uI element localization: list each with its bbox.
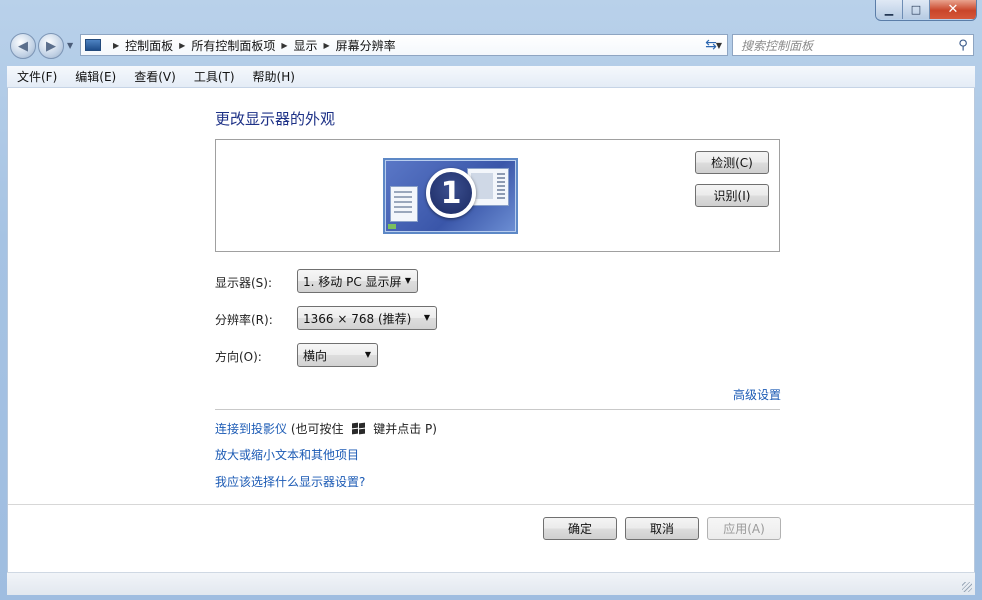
address-bar[interactable]: ▶ 控制面板 ▶ 所有控制面板项 ▶ 显示 ▶ 屏幕分辨率 ▼ <box>80 34 728 56</box>
apply-button[interactable]: 应用(A) <box>707 517 781 540</box>
text-size-link[interactable]: 放大或缩小文本和其他项目 <box>215 446 359 463</box>
projector-hint-text: (也可按住 <box>290 422 344 436</box>
status-bar <box>7 572 975 595</box>
display-label: 显示器(S): <box>215 276 273 290</box>
menu-tools[interactable]: 工具(T) <box>184 68 243 85</box>
caption-buttons: ▁ □ ✕ <box>876 0 976 20</box>
orientation-select[interactable]: 横向 ▼ <box>297 343 378 367</box>
orientation-select-value: 横向 <box>303 348 328 363</box>
projector-row: 连接到投影仪 (也可按住 键并点击 P) <box>215 420 437 437</box>
forward-button[interactable]: ▶ <box>38 33 64 59</box>
window: ▁ □ ✕ ◀ ▶ ▼ ▶ 控制面板 ▶ 所有控制面板项 ▶ 显示 ▶ 屏幕分辨… <box>0 0 982 600</box>
display-select[interactable]: 1. 移动 PC 显示屏 ▼ <box>297 269 418 293</box>
menu-bar: 文件(F) 编辑(E) 查看(V) 工具(T) 帮助(H) <box>7 66 975 88</box>
monitor-window-graphic <box>390 186 418 222</box>
resize-grip-icon[interactable] <box>962 582 972 592</box>
search-icon[interactable]: ⚲ <box>953 38 973 53</box>
menu-help[interactable]: 帮助(H) <box>243 68 303 85</box>
breadcrumb-separator-icon[interactable]: ▶ <box>324 41 330 50</box>
section-divider <box>215 409 780 410</box>
resolution-select[interactable]: 1366 × 768 (推荐) ▼ <box>297 306 437 330</box>
chevron-down-icon: ▼ <box>404 276 411 285</box>
menu-edit[interactable]: 编辑(E) <box>65 68 124 85</box>
search-input[interactable]: 搜索控制面板 <box>733 37 953 54</box>
connect-projector-link[interactable]: 连接到投影仪 <box>215 422 287 436</box>
windows-logo-icon <box>351 422 366 435</box>
search-box[interactable]: 搜索控制面板 ⚲ <box>732 34 974 56</box>
resolution-label: 分辨率(R): <box>215 313 273 327</box>
page-title: 更改显示器的外观 <box>215 110 336 128</box>
breadcrumb-control-panel[interactable]: 控制面板 <box>125 37 173 54</box>
chevron-down-icon: ▼ <box>423 313 430 322</box>
breadcrumb-display[interactable]: 显示 <box>294 37 318 54</box>
ok-button[interactable]: 确定 <box>543 517 617 540</box>
menu-view[interactable]: 查看(V) <box>124 68 184 85</box>
close-button[interactable]: ✕ <box>930 0 976 19</box>
breadcrumb-screen-resolution[interactable]: 屏幕分辨率 <box>336 37 396 54</box>
advanced-settings-link[interactable]: 高级设置 <box>733 386 781 403</box>
identify-button[interactable]: 识别(I) <box>695 184 769 207</box>
display-select-value: 1. 移动 PC 显示屏 <box>303 274 402 289</box>
forward-arrow-icon: ▶ <box>46 38 56 54</box>
orientation-label: 方向(O): <box>215 350 262 364</box>
monitor-1-thumbnail[interactable]: 1 <box>383 158 518 234</box>
chevron-down-icon: ▼ <box>364 350 371 359</box>
recent-pages-dropdown-icon[interactable]: ▼ <box>67 41 73 50</box>
back-arrow-icon: ◀ <box>18 38 28 54</box>
breadcrumb-separator-icon[interactable]: ▶ <box>113 41 119 50</box>
navigation-bar: ◀ ▶ ▼ ▶ 控制面板 ▶ 所有控制面板项 ▶ 显示 ▶ 屏幕分辨率 ▼ ⇆ … <box>10 32 974 60</box>
resolution-select-value: 1366 × 768 (推荐) <box>303 311 412 326</box>
minimize-button[interactable]: ▁ <box>876 0 903 19</box>
control-panel-icon <box>85 39 101 51</box>
projector-hint-text-end: 键并点击 P) <box>373 422 437 436</box>
monitor-preview-panel: 1 检测(C) 识别(I) <box>215 139 780 252</box>
footer-divider <box>8 504 974 505</box>
monitor-start-graphic <box>388 224 396 229</box>
display-settings-help-link[interactable]: 我应该选择什么显示器设置? <box>215 473 365 490</box>
monitor-number-badge: 1 <box>426 168 476 218</box>
breadcrumb-all-items[interactable]: 所有控制面板项 <box>191 37 275 54</box>
content-area: 更改显示器的外观 1 检测(C) 识别(I) 显示器(S): 1. 移动 PC … <box>7 88 975 572</box>
maximize-button[interactable]: □ <box>903 0 930 19</box>
refresh-icon[interactable]: ⇆ <box>701 34 721 56</box>
back-button[interactable]: ◀ <box>10 33 36 59</box>
menu-file[interactable]: 文件(F) <box>7 68 65 85</box>
cancel-button[interactable]: 取消 <box>625 517 699 540</box>
breadcrumb-separator-icon[interactable]: ▶ <box>281 41 287 50</box>
breadcrumb-separator-icon[interactable]: ▶ <box>179 41 185 50</box>
detect-button[interactable]: 检测(C) <box>695 151 769 174</box>
